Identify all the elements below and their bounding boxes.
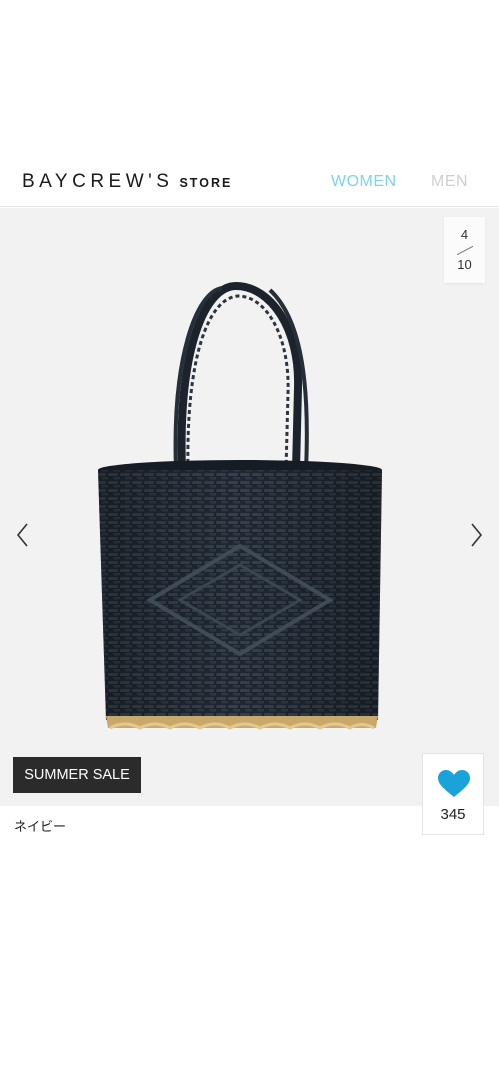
total-image-count: 10 (457, 257, 472, 272)
color-name: ネイビー (14, 819, 67, 834)
favorite-count: 345 (440, 806, 466, 823)
nav-men[interactable]: MEN (431, 173, 468, 191)
chevron-left-icon (16, 523, 28, 547)
prev-image-button[interactable] (10, 518, 36, 552)
current-image-number: 4 (460, 227, 469, 242)
sale-badge: SUMMER SALE (13, 757, 141, 793)
logo-brand: BAYCREW'S (22, 171, 174, 192)
product-image-gallery[interactable] (0, 208, 499, 806)
heart-icon (438, 770, 470, 797)
product-image (98, 281, 382, 730)
logo-store: STORE (179, 176, 233, 190)
favorite-button[interactable]: 345 (422, 753, 484, 835)
site-header: BAYCREW'S STORE WOMEN MEN (0, 155, 499, 207)
next-image-button[interactable] (463, 518, 489, 552)
store-logo[interactable]: BAYCREW'S STORE (22, 171, 232, 193)
nav-women[interactable]: WOMEN (331, 173, 397, 191)
counter-divider (456, 245, 474, 256)
chevron-right-icon (471, 523, 483, 547)
image-counter: 4 10 (444, 217, 485, 283)
